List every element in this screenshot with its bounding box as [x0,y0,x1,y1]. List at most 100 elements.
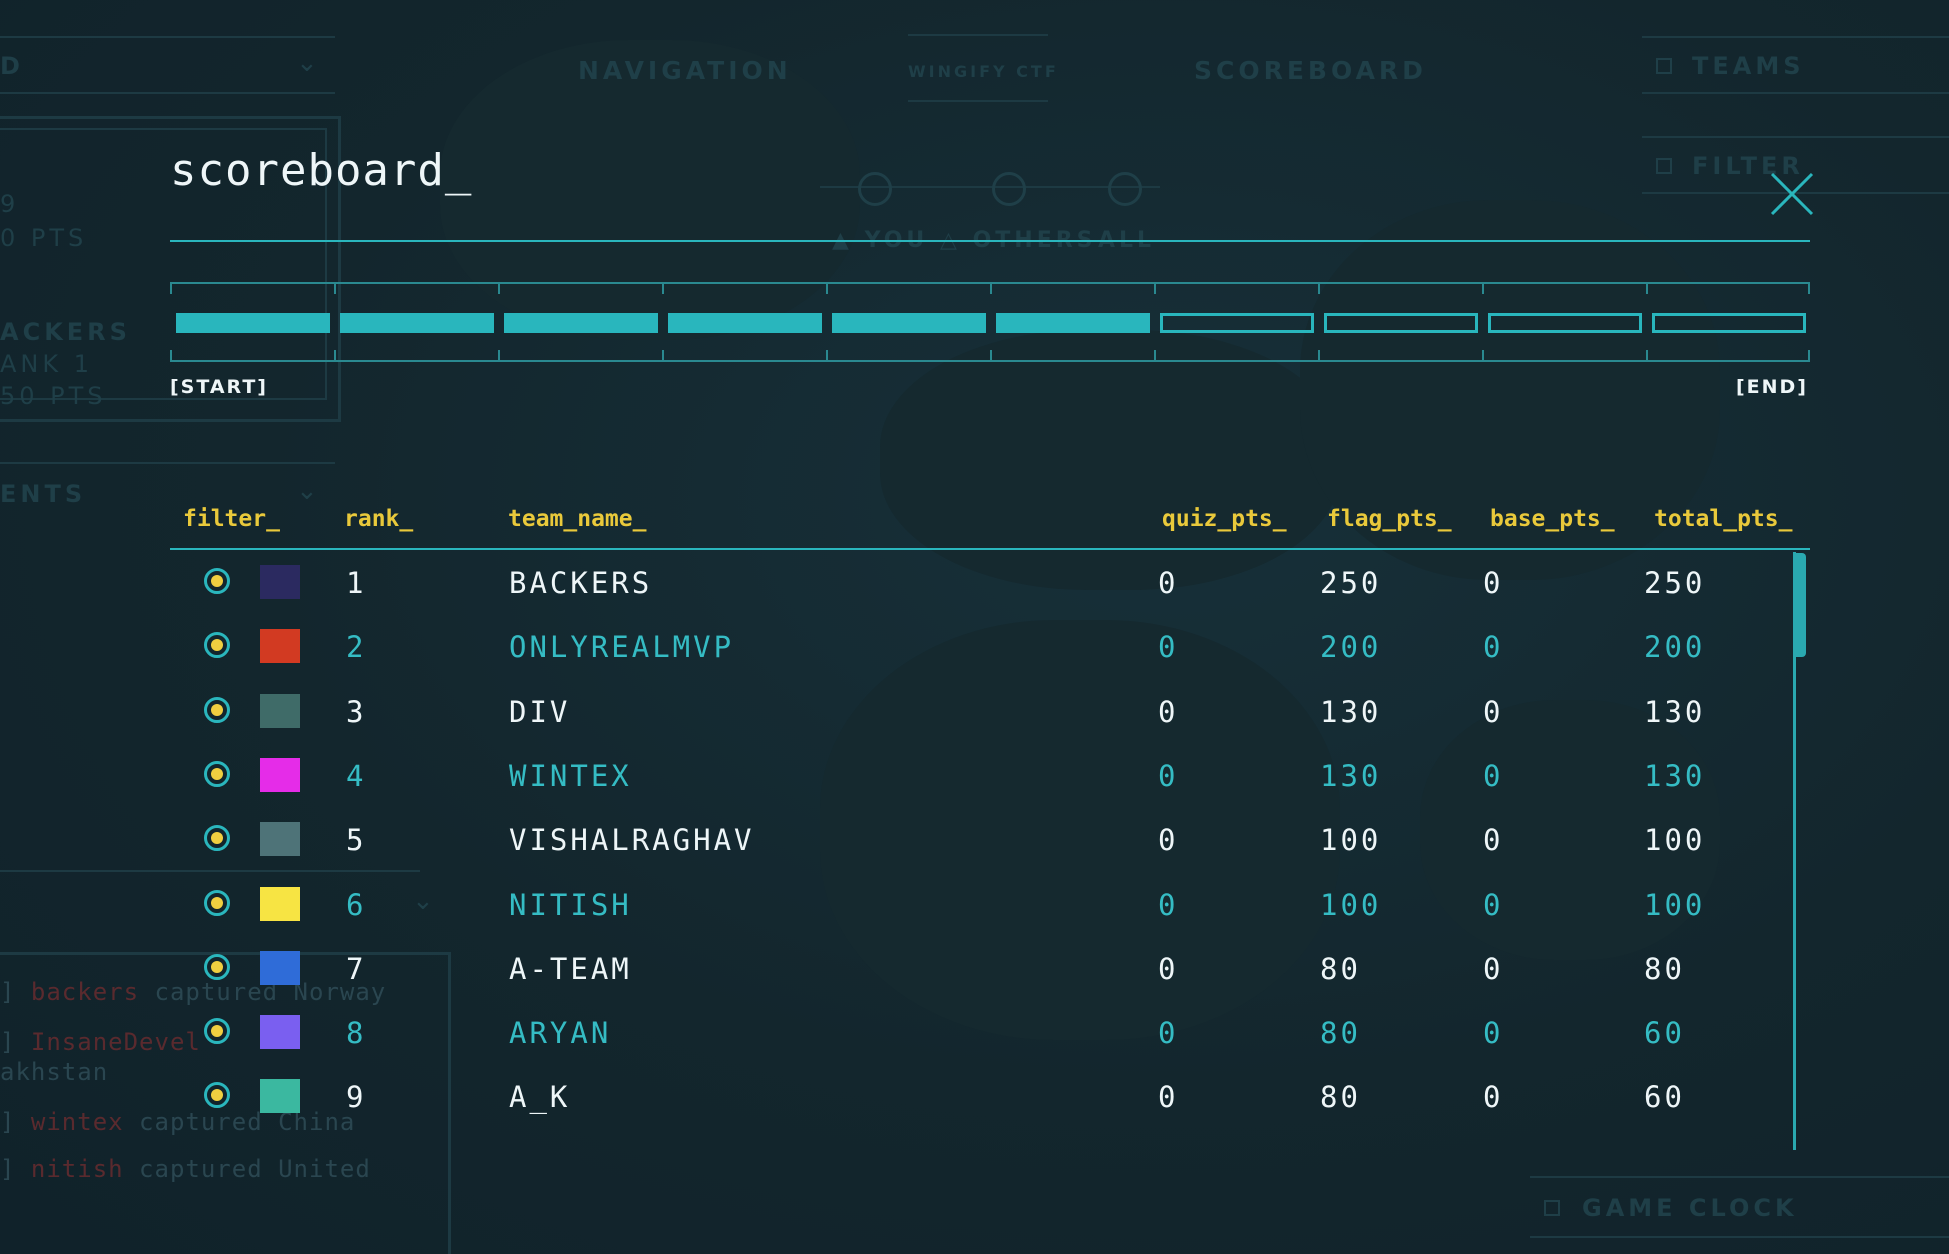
progress-tick [334,350,336,362]
rank-cell: 1 [346,566,367,600]
events-dropdown-label: ENTS [0,480,87,508]
left-team-line: ACKERS [0,318,131,346]
table-row[interactable]: 2 ONLYREALMVP 0 200 0 200 [170,616,1790,680]
rank-cell: 7 [346,952,367,986]
scrollbar-thumb[interactable] [1795,553,1806,657]
nav-filter-dot [858,172,892,206]
team-filter-radio[interactable] [204,890,230,916]
progress-tick [1646,350,1648,362]
total-pts-cell: 130 [1644,695,1706,729]
table-row[interactable]: 6 NITISH 0 100 0 100 [170,874,1790,938]
flag-pts-cell: 200 [1320,630,1382,664]
title-divider [170,240,1810,242]
checkbox-icon [1544,1200,1560,1216]
total-pts-cell: 250 [1644,566,1706,600]
column-header-quiz-pts[interactable]: quiz_pts_ [1162,506,1287,532]
team-color-swatch [260,1015,300,1049]
progress-segment-empty [1488,313,1642,333]
quiz-pts-cell: 0 [1158,695,1179,729]
close-button[interactable] [1770,172,1814,216]
quiz-pts-cell: 0 [1158,759,1179,793]
progress-tick [1808,350,1810,362]
scoreboard-table-body[interactable]: 1 BACKERS 0 250 0 250 2 ONLYREALMVP 0 200 0 200 3 DIV… [170,552,1810,1150]
progress-tick [990,350,992,362]
left-team-line: ANK 1 [0,350,94,378]
progress-segment-filled [504,313,658,333]
progress-segment-filled [996,313,1150,333]
table-row[interactable]: 8 ARYAN 0 80 0 60 [170,1002,1790,1066]
team-filter-radio[interactable] [204,825,230,851]
team-color-swatch [260,822,300,856]
progress-segment-empty [1652,313,1806,333]
column-header-team-name[interactable]: team_name_ [508,506,646,532]
nav-filter-dot [992,172,1026,206]
progress-tick [826,282,828,294]
base-pts-cell: 0 [1483,888,1504,922]
total-pts-cell: 60 [1644,1080,1685,1114]
scoreboard-screen: D ⌄ 9 0 PTS ACKERS ANK 1 50 PTS ENTS ⌄ ⌄… [0,0,1949,1254]
divider [0,36,335,38]
team-filter-radio[interactable] [204,761,230,787]
table-row[interactable]: 9 A_K 0 80 0 60 [170,1066,1790,1130]
total-pts-cell: 100 [1644,823,1706,857]
progress-tick [1482,350,1484,362]
left-dropdown-label: D [0,52,24,80]
team-filter-radio[interactable] [204,632,230,658]
divider [908,100,1048,102]
table-row[interactable]: 7 A-TEAM 0 80 0 80 [170,938,1790,1002]
base-pts-cell: 0 [1483,1016,1504,1050]
chevron-down-icon: ⌄ [296,48,322,78]
checkbox-icon [1656,158,1672,174]
flag-pts-cell: 100 [1320,823,1382,857]
column-header-total-pts[interactable]: total_pts_ [1654,506,1792,532]
table-row[interactable]: 5 VISHALRAGHAV 0 100 0 100 [170,809,1790,873]
team-color-swatch [260,1079,300,1113]
rank-cell: 3 [346,695,367,729]
progress-tick [1808,282,1810,294]
nav-tab-wingify: WINGIFY CTF [908,62,1059,81]
right-panel-teams: TEAMS [1692,52,1805,80]
progress-tick [1154,282,1156,294]
team-filter-radio[interactable] [204,568,230,594]
progress-segment-empty [1324,313,1478,333]
progress-tick [1646,282,1648,294]
divider [1642,36,1949,38]
column-header-filter[interactable]: filter_ [183,506,280,532]
table-row[interactable]: 1 BACKERS 0 250 0 250 [170,552,1790,616]
flag-pts-cell: 130 [1320,695,1382,729]
total-pts-cell: 130 [1644,759,1706,793]
table-row[interactable]: 3 DIV 0 130 0 130 [170,681,1790,745]
progress-tick [662,350,664,362]
divider [0,92,335,94]
progress-tick [498,282,500,294]
progress-segment-filled [176,313,330,333]
game-clock-label: GAME CLOCK [1582,1194,1798,1222]
team-filter-radio[interactable] [204,1018,230,1044]
column-header-flag-pts[interactable]: flag_pts_ [1327,506,1452,532]
column-header-rank[interactable]: rank_ [344,506,413,532]
chevron-down-icon: ⌄ [296,476,322,506]
quiz-pts-cell: 0 [1158,952,1179,986]
divider [1642,92,1949,94]
team-color-swatch [260,887,300,921]
checkbox-icon [1656,58,1672,74]
progress-segment-filled [668,313,822,333]
team-filter-radio[interactable] [204,954,230,980]
team-name-cell: ONLYREALMVP [509,630,735,664]
quiz-pts-cell: 0 [1158,1080,1179,1114]
base-pts-cell: 0 [1483,759,1504,793]
progress-tick [170,282,172,294]
team-name-cell: WINTEX [509,759,632,793]
team-filter-radio[interactable] [204,1082,230,1108]
left-card-line: 0 PTS [0,224,88,252]
flag-pts-cell: 130 [1320,759,1382,793]
progress-tick [334,282,336,294]
column-header-base-pts[interactable]: base_pts_ [1490,506,1615,532]
total-pts-cell: 60 [1644,1016,1685,1050]
progress-tick [170,350,172,362]
divider [1530,1176,1949,1178]
team-filter-radio[interactable] [204,697,230,723]
team-name-cell: A_K [509,1080,571,1114]
progress-tick [1318,350,1320,362]
table-row[interactable]: 4 WINTEX 0 130 0 130 [170,745,1790,809]
